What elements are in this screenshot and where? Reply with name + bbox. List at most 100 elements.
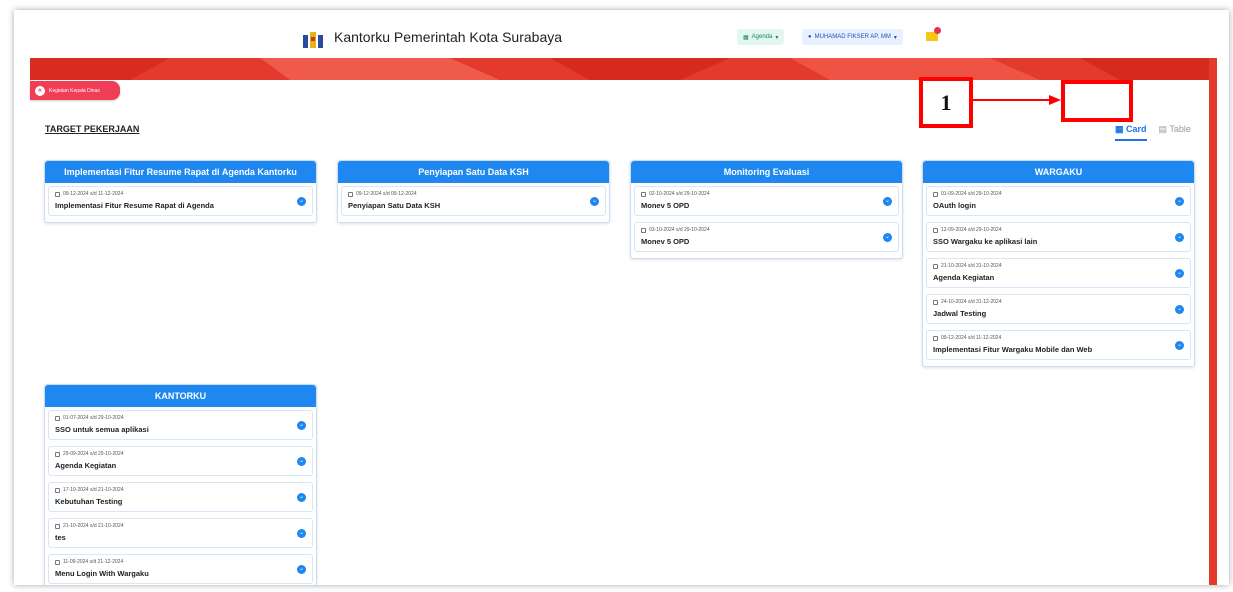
- right-edge-bar: [1209, 58, 1217, 585]
- task-date: 01-07-2024 s/d 29-10-2024: [55, 415, 306, 421]
- app-title: Kantorku Pemerintah Kota Surabaya: [334, 29, 563, 45]
- chevron-down-icon[interactable]: ⌄: [883, 197, 892, 206]
- task-date: 02-10-2024 s/d 29-10-2024: [641, 191, 892, 197]
- task-card[interactable]: 21-10-2024 s/d 31-10-2024 Agenda Kegiata…: [926, 258, 1191, 288]
- date-text: 01-09-2024 s/d 29-10-2024: [941, 191, 1002, 197]
- back-arrow-icon: «: [35, 85, 45, 96]
- task-date: 21-10-2024 s/d 21-10-2024: [55, 523, 306, 529]
- date-text: 09-12-2024 s/d 11-12-2024: [941, 335, 1002, 341]
- task-date: 09-12-2024 s/d 09-12-2024: [348, 191, 599, 197]
- chevron-down-icon[interactable]: ⌄: [1175, 305, 1184, 314]
- agenda-dropdown[interactable]: ▦ Agenda ▾: [737, 29, 785, 45]
- annotation-highlight-box: [1061, 80, 1133, 122]
- app-window: Kantorku Pemerintah Kota Surabaya ▦ Agen…: [14, 10, 1229, 585]
- target-column: Penyiapan Satu Data KSH 09-12-2024 s/d 0…: [337, 160, 610, 223]
- task-card[interactable]: 29-09-2024 s/d 29-10-2024 Agenda Kegiata…: [48, 446, 313, 476]
- chevron-down-icon[interactable]: ⌄: [297, 493, 306, 502]
- target-column: WARGAKU 01-09-2024 s/d 29-10-2024 OAuth …: [922, 160, 1195, 367]
- annotation-arrow-icon: [973, 95, 1061, 105]
- calendar-icon: [55, 451, 60, 457]
- task-card[interactable]: 01-07-2024 s/d 29-10-2024 SSO untuk semu…: [48, 410, 313, 440]
- banner-pattern: [30, 58, 1215, 80]
- task-date: 29-09-2024 s/d 29-10-2024: [55, 451, 306, 457]
- chevron-down-icon[interactable]: ⌄: [1175, 341, 1184, 350]
- back-button[interactable]: « Kegiatan Kepala Dinas: [30, 81, 120, 100]
- chevron-down-icon[interactable]: ⌄: [1175, 269, 1184, 278]
- task-card[interactable]: 24-10-2024 s/d 31-12-2024 Jadwal Testing…: [926, 294, 1191, 324]
- user-icon: ●: [808, 34, 812, 40]
- calendar-icon: [933, 227, 938, 233]
- annotation-callout: 1: [919, 77, 973, 128]
- task-card[interactable]: 21-10-2024 s/d 21-10-2024 tes ⌄: [48, 518, 313, 548]
- date-text: 17-10-2024 s/d 21-10-2024: [63, 487, 124, 493]
- task-title: Menu Login With Wargaku: [55, 569, 149, 578]
- task-title: Jadwal Testing: [933, 309, 987, 318]
- task-title: Implementasi Fitur Wargaku Mobile dan We…: [933, 345, 1093, 354]
- column-title: Implementasi Fitur Resume Rapat di Agend…: [45, 161, 316, 183]
- task-card[interactable]: 09-12-2024 s/d 09-12-2024 Penyiapan Satu…: [341, 186, 606, 216]
- view-toggle: ▦ Card ▤ Table: [1115, 124, 1191, 141]
- task-card[interactable]: 02-10-2024 s/d 29-10-2024 Monev 5 OPD ⌄: [634, 186, 899, 216]
- user-name: MUHAMAD FIKSER AP, MM: [814, 34, 891, 40]
- chevron-down-icon[interactable]: ⌄: [883, 233, 892, 242]
- calendar-icon: [641, 191, 646, 197]
- date-text: 01-07-2024 s/d 29-10-2024: [63, 415, 124, 421]
- task-date: 09-12-2024 s/d 11-12-2024: [55, 191, 306, 197]
- date-text: 29-09-2024 s/d 29-10-2024: [63, 451, 124, 457]
- calendar-icon: [641, 227, 646, 233]
- date-text: 09-12-2024 s/d 11-12-2024: [63, 191, 124, 197]
- chevron-down-icon[interactable]: ⌄: [297, 421, 306, 430]
- chevron-down-icon[interactable]: ⌄: [1175, 233, 1184, 242]
- chevron-down-icon: ▾: [775, 34, 779, 41]
- task-card[interactable]: 12-09-2024 s/d 29-10-2024 SSO Wargaku ke…: [926, 222, 1191, 252]
- task-title: Monev 5 OPD: [641, 237, 690, 246]
- task-card[interactable]: 11-09-2024 s/d 21-12-2024 Menu Login Wit…: [48, 554, 313, 584]
- task-card[interactable]: 09-12-2024 s/d 11-12-2024 Implementasi F…: [926, 330, 1191, 360]
- column-title: Penyiapan Satu Data KSH: [338, 161, 609, 183]
- view-table-tab[interactable]: ▤ Table: [1159, 124, 1191, 141]
- view-table-label: Table: [1169, 124, 1191, 134]
- column-title: KANTORKU: [45, 385, 316, 407]
- task-title: tes: [55, 533, 66, 542]
- notification-badge: [934, 27, 941, 34]
- date-text: 03-10-2024 s/d 29-10-2024: [649, 227, 710, 233]
- header-banner: [30, 58, 1215, 80]
- calendar-icon: [55, 191, 60, 197]
- task-title: SSO Wargaku ke aplikasi lain: [933, 237, 1038, 246]
- chevron-down-icon[interactable]: ⌄: [297, 529, 306, 538]
- calendar-icon: [348, 191, 353, 197]
- date-text: 21-10-2024 s/d 21-10-2024: [63, 523, 124, 529]
- annotation-number: 1: [940, 89, 952, 115]
- calendar-icon: [55, 559, 60, 565]
- user-menu[interactable]: ● MUHAMAD FIKSER AP, MM ▾: [802, 29, 903, 45]
- column-title: WARGAKU: [923, 161, 1194, 183]
- city-logo-icon: [303, 32, 323, 48]
- view-card-tab[interactable]: ▦ Card: [1115, 124, 1147, 141]
- task-title: SSO untuk semua aplikasi: [55, 425, 149, 434]
- chevron-down-icon[interactable]: ⌄: [297, 457, 306, 466]
- calendar-icon: ▦: [743, 34, 749, 41]
- back-label: Kegiatan Kepala Dinas: [49, 87, 100, 94]
- task-date: 09-12-2024 s/d 11-12-2024: [933, 335, 1184, 341]
- task-date: 01-09-2024 s/d 29-10-2024: [933, 191, 1184, 197]
- calendar-icon: [55, 415, 60, 421]
- task-card[interactable]: 17-10-2024 s/d 21-10-2024 Kebutuhan Test…: [48, 482, 313, 512]
- chevron-down-icon[interactable]: ⌄: [297, 565, 306, 574]
- chevron-down-icon[interactable]: ⌄: [297, 197, 306, 206]
- task-title: Penyiapan Satu Data KSH: [348, 201, 441, 210]
- task-date: 21-10-2024 s/d 31-10-2024: [933, 263, 1184, 269]
- task-card[interactable]: 09-12-2024 s/d 11-12-2024 Implementasi F…: [48, 186, 313, 216]
- page-title: TARGET PEKERJAAN: [45, 124, 140, 134]
- calendar-icon: [55, 487, 60, 493]
- task-card[interactable]: 01-09-2024 s/d 29-10-2024 OAuth login ⌄: [926, 186, 1191, 216]
- task-title: Kebutuhan Testing: [55, 497, 123, 506]
- chevron-down-icon[interactable]: ⌄: [1175, 197, 1184, 206]
- target-column: KANTORKU 01-07-2024 s/d 29-10-2024 SSO u…: [44, 384, 317, 585]
- top-navbar: Kantorku Pemerintah Kota Surabaya ▦ Agen…: [14, 10, 1229, 58]
- task-date: 03-10-2024 s/d 29-10-2024: [641, 227, 892, 233]
- chevron-down-icon[interactable]: ⌄: [590, 197, 599, 206]
- task-card[interactable]: 03-10-2024 s/d 29-10-2024 Monev 5 OPD ⌄: [634, 222, 899, 252]
- task-date: 24-10-2024 s/d 31-12-2024: [933, 299, 1184, 305]
- view-card-label: Card: [1126, 124, 1147, 134]
- agenda-label: Agenda: [751, 34, 773, 40]
